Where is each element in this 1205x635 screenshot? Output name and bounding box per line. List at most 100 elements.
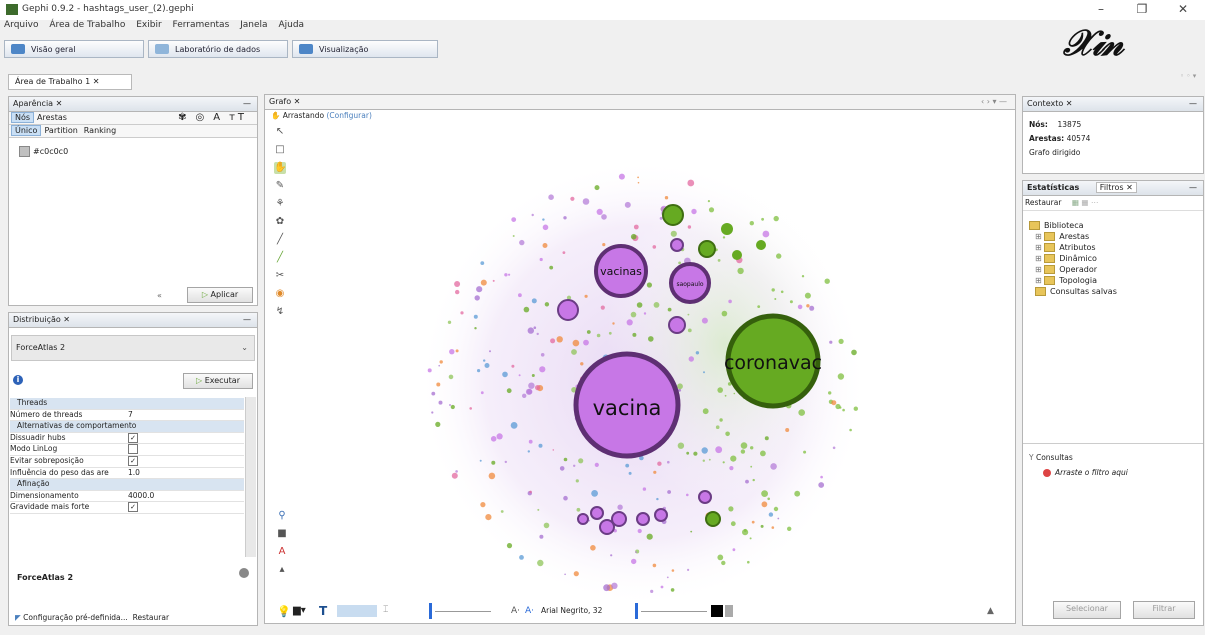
label-size-icon[interactable]: ᴛT (226, 112, 250, 123)
tab-unique[interactable]: Único (11, 125, 42, 136)
minimize-panel-icon[interactable]: — (243, 97, 251, 110)
filter-button[interactable]: Filtrar (1133, 601, 1195, 619)
filter-tree-item[interactable]: Consultas salvas (1035, 287, 1117, 296)
close-button[interactable]: ✕ (1168, 2, 1198, 16)
size-slider-thumb[interactable] (429, 603, 432, 619)
font-color-icon[interactable]: A· (525, 606, 534, 616)
property-row[interactable]: Influência do peso das are 1.0 (10, 468, 244, 480)
tab-nodes[interactable]: Nós (11, 112, 35, 123)
filter-tree-item[interactable]: ⊞ Atributos (1035, 243, 1096, 252)
minimize-panel-icon[interactable]: — (1189, 181, 1197, 194)
restore-button[interactable]: ❐ (1127, 2, 1157, 16)
property-checkbox-cell[interactable]: ✓ (128, 455, 138, 467)
menu-exibir[interactable]: Exibir (136, 20, 161, 30)
font-size-slider-thumb[interactable] (635, 603, 638, 619)
property-value[interactable]: 4000.0 (128, 491, 154, 502)
menu-janela[interactable]: Janela (240, 20, 267, 30)
filter-more-icon[interactable]: ⋯ (1091, 198, 1099, 207)
drop-filter-row[interactable]: Arraste o filtro aqui (1043, 468, 1128, 477)
expand-icon[interactable]: ⊞ (1035, 254, 1044, 263)
node-saopaulo[interactable]: saopaulo (669, 262, 711, 304)
workspace-tab[interactable]: Área de Trabalho 1 ✕ (8, 74, 132, 90)
run-button[interactable]: ▷ Executar (183, 373, 253, 389)
property-row[interactable]: Dimensionamento 4000.0 (10, 491, 244, 503)
property-checkbox-cell[interactable]: ✓ (128, 432, 138, 444)
menu-area-trabalho[interactable]: Área de Trabalho (49, 20, 125, 30)
layout-title[interactable]: Distribuição ✕ (13, 315, 70, 324)
shortest-path-icon[interactable]: ✂ (274, 270, 286, 282)
filters-reset[interactable]: Restaurar (1025, 198, 1061, 207)
label-color-icon[interactable]: ⌶ (383, 605, 388, 615)
edit-icon[interactable]: ↯ (274, 306, 286, 318)
pencil-icon[interactable]: ✎ (274, 180, 286, 192)
properties-scrollbar[interactable] (245, 397, 256, 557)
preset-link[interactable]: Configuração pré-definida... (23, 613, 128, 622)
double-arrow-icon[interactable]: « (157, 291, 162, 300)
apply-button[interactable]: ▷ Aplicar (187, 287, 253, 303)
pointer-tool-icon[interactable]: ↖ (274, 126, 286, 138)
tab-filters[interactable]: Filtros ✕ (1095, 182, 1137, 193)
menu-ferramentas[interactable]: Ferramentas (173, 20, 230, 30)
appearance-property-icons[interactable]: ✾ ◎ AᴛT (172, 112, 253, 124)
minimize-panel-icon[interactable]: — (243, 313, 251, 326)
property-row[interactable]: Evitar sobreposição ✓ (10, 455, 244, 468)
filter-tree-item[interactable]: ⊞ Operador (1035, 265, 1097, 274)
preview-mode-button[interactable]: Visualização (292, 40, 438, 58)
filter-save-icon[interactable]: ▦ (1081, 198, 1088, 207)
background-color-swatch[interactable] (711, 605, 723, 617)
zoom-icon[interactable]: ⚲ (276, 510, 288, 522)
node-coronavac[interactable]: coronavac (724, 313, 822, 409)
graph-canvas[interactable]: vacinas saopaulo vacina coronavac (265, 95, 1016, 624)
property-checkbox-cell[interactable] (128, 444, 138, 455)
size-icon[interactable]: ◎ (192, 112, 210, 123)
label-color-icon[interactable]: A (210, 112, 226, 123)
help-icon[interactable] (239, 568, 249, 578)
overview-mode-button[interactable]: Visão geral (4, 40, 144, 58)
rect-select-icon[interactable]: □ (274, 144, 286, 156)
property-checkbox[interactable] (128, 444, 138, 455)
font-size-icon[interactable]: ▴ (276, 564, 288, 576)
menu-arquivo[interactable]: Arquivo (4, 20, 38, 30)
property-row[interactable]: Modo LinLog (10, 444, 244, 456)
expand-toolbar-icon[interactable]: ▲ (987, 606, 994, 616)
size-brush-icon[interactable]: ╱ (274, 234, 286, 246)
info-icon[interactable]: i (13, 375, 23, 385)
tab-ranking[interactable]: Ranking (81, 126, 119, 135)
lightbulb-icon[interactable]: 💡 (277, 605, 291, 618)
filter-tree-item[interactable]: ⊞ Dinâmico (1035, 254, 1097, 263)
property-checkbox[interactable]: ✓ (128, 502, 138, 513)
heat-map-icon[interactable]: ◉ (274, 288, 286, 300)
tab-edges[interactable]: Arestas (34, 113, 70, 122)
node-vacina[interactable]: vacina (573, 351, 681, 459)
data-lab-mode-button[interactable]: Laboratório de dados (148, 40, 288, 58)
expand-icon[interactable]: ⊞ (1035, 243, 1044, 252)
reset-link[interactable]: Restaurar (133, 613, 169, 622)
property-row[interactable]: Gravidade mais forte ✓ (10, 502, 244, 514)
minimize-panel-icon[interactable]: — (1189, 97, 1197, 110)
node-vacinas[interactable]: vacinas (594, 244, 648, 298)
brush-icon[interactable]: ⚘ (274, 198, 286, 210)
filter-tree-item[interactable]: ⊞ Arestas (1035, 232, 1089, 241)
minimize-button[interactable]: – (1086, 2, 1116, 16)
font-icon[interactable]: A· (511, 606, 520, 616)
tab-partition[interactable]: Partition (41, 126, 80, 135)
appearance-title[interactable]: Aparência ✕ (13, 99, 62, 108)
filter-icon[interactable]: ▦ (1072, 198, 1079, 207)
color-palette-icon[interactable]: ✾ (175, 112, 192, 123)
screenshot-icon[interactable]: ■ (276, 528, 288, 540)
property-checkbox-cell[interactable]: ✓ (128, 502, 138, 513)
show-labels-icon[interactable]: T (319, 604, 327, 618)
font-label[interactable]: Arial Negrito, 32 (541, 606, 602, 615)
text-label-icon[interactable]: A (276, 546, 288, 558)
property-checkbox[interactable]: ✓ (128, 455, 138, 466)
property-row[interactable]: Dissuadir hubs ✓ (10, 432, 244, 445)
property-checkbox[interactable]: ✓ (128, 432, 138, 443)
edge-pencil-icon[interactable]: ╱ (274, 252, 286, 264)
layout-algorithm-select[interactable]: ForceAtlas 2 ⌄ (11, 335, 255, 361)
edge-icon[interactable]: ▆▾ (293, 605, 306, 616)
expand-icon[interactable]: ⊞ (1035, 276, 1044, 285)
property-value[interactable]: 1.0 (128, 468, 140, 479)
menu-ajuda[interactable]: Ajuda (278, 20, 304, 30)
label-size-mode-icon[interactable] (337, 605, 377, 617)
context-title[interactable]: Contexto ✕ (1027, 99, 1072, 108)
